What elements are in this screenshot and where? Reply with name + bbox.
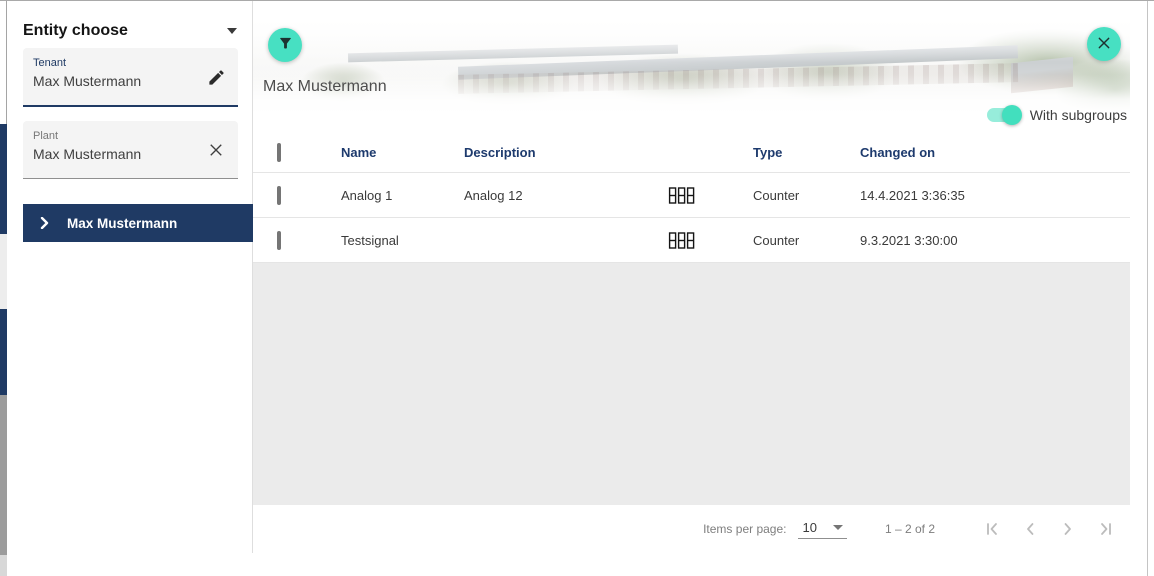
sidebar-title: Entity choose — [23, 22, 128, 40]
window-right-border — [1147, 1, 1148, 576]
with-subgroups-label: With subgroups — [1030, 107, 1127, 123]
select-all-cell — [253, 145, 341, 160]
subgroups-toggle-row: With subgroups — [987, 104, 1127, 126]
photo-fade-overlay — [253, 20, 1130, 114]
seven-segment-888-icon — [668, 187, 753, 204]
page-range-label: 1 – 2 of 2 — [885, 522, 935, 536]
column-header-description[interactable]: Description — [464, 145, 668, 160]
next-page-button[interactable] — [1059, 520, 1077, 538]
tree-item-label: Max Mustermann — [67, 216, 177, 231]
plant-field[interactable]: Plant Max Mustermann — [23, 121, 238, 179]
items-per-page-value: 10 — [802, 520, 816, 535]
select-all-checkbox[interactable] — [277, 143, 281, 162]
main-panel: Max Mustermann With subgroups Name Descr… — [253, 1, 1130, 553]
row-select-cell — [253, 233, 341, 248]
tenant-field[interactable]: Tenant Max Mustermann — [23, 48, 238, 107]
close-dialog-button[interactable] — [1087, 27, 1121, 61]
caret-down-icon[interactable] — [227, 28, 237, 34]
sidebar-header: Entity choose — [23, 19, 245, 43]
row-checkbox[interactable] — [277, 186, 281, 205]
row-checkbox[interactable] — [277, 231, 281, 250]
close-x-icon — [1096, 35, 1112, 54]
background-page-strip — [0, 1, 7, 576]
with-subgroups-toggle[interactable] — [987, 108, 1021, 122]
cell-name: Testsignal — [341, 233, 464, 248]
edit-pencil-icon[interactable] — [204, 65, 228, 89]
paginator: Items per page: 10 1 – 2 of 2 — [253, 505, 1130, 553]
chevron-right-icon — [39, 217, 51, 229]
table-row[interactable]: Testsignal Counter 9.3.2021 3:30:00 — [253, 218, 1130, 263]
items-per-page-select[interactable]: 10 — [798, 520, 846, 539]
previous-page-button[interactable] — [1021, 520, 1039, 538]
background-segment — [0, 555, 7, 576]
header-photo — [253, 20, 1130, 114]
background-segment — [0, 234, 7, 309]
row-select-cell — [253, 188, 341, 203]
tenant-value: Max Mustermann — [33, 73, 141, 89]
cell-name: Analog 1 — [341, 188, 464, 203]
entity-choose-dialog: Entity choose Tenant Max Mustermann Plan… — [0, 0, 1154, 576]
filter-button[interactable] — [268, 28, 302, 62]
cell-changed-on: 9.3.2021 3:30:00 — [860, 233, 1130, 248]
entity-sidebar: Entity choose Tenant Max Mustermann Plan… — [8, 1, 253, 553]
seven-segment-888-icon — [668, 232, 753, 249]
signals-table: Name Description Type Changed on Analog … — [253, 132, 1130, 263]
background-segment — [0, 395, 7, 555]
toggle-thumb — [1002, 105, 1022, 125]
cell-type: Counter — [753, 233, 860, 248]
column-header-type[interactable]: Type — [753, 145, 860, 160]
background-segment — [0, 309, 7, 395]
column-header-changed-on[interactable]: Changed on — [860, 145, 1130, 160]
background-segment — [0, 124, 7, 234]
caret-down-icon — [833, 525, 843, 530]
empty-content-area — [253, 263, 1130, 505]
tenant-label: Tenant — [33, 57, 66, 69]
cell-type: Counter — [753, 188, 860, 203]
cell-description: Analog 12 — [464, 188, 668, 203]
cell-changed-on: 14.4.2021 3:36:35 — [860, 188, 1130, 203]
clear-x-icon[interactable] — [204, 138, 228, 162]
paginator-buttons — [963, 520, 1115, 538]
column-header-name[interactable]: Name — [341, 145, 464, 160]
last-page-button[interactable] — [1097, 520, 1115, 538]
first-page-button[interactable] — [983, 520, 1001, 538]
plant-label: Plant — [33, 130, 58, 142]
table-row[interactable]: Analog 1 Analog 12 Counter 14.4.2021 3:3… — [253, 173, 1130, 218]
plant-value: Max Mustermann — [33, 146, 141, 162]
table-header-row: Name Description Type Changed on — [253, 132, 1130, 173]
sidebar-item-max-mustermann[interactable]: Max Mustermann — [23, 204, 253, 242]
items-per-page-label: Items per page: — [703, 522, 786, 536]
filter-funnel-icon — [277, 35, 294, 55]
page-title: Max Mustermann — [263, 78, 387, 96]
